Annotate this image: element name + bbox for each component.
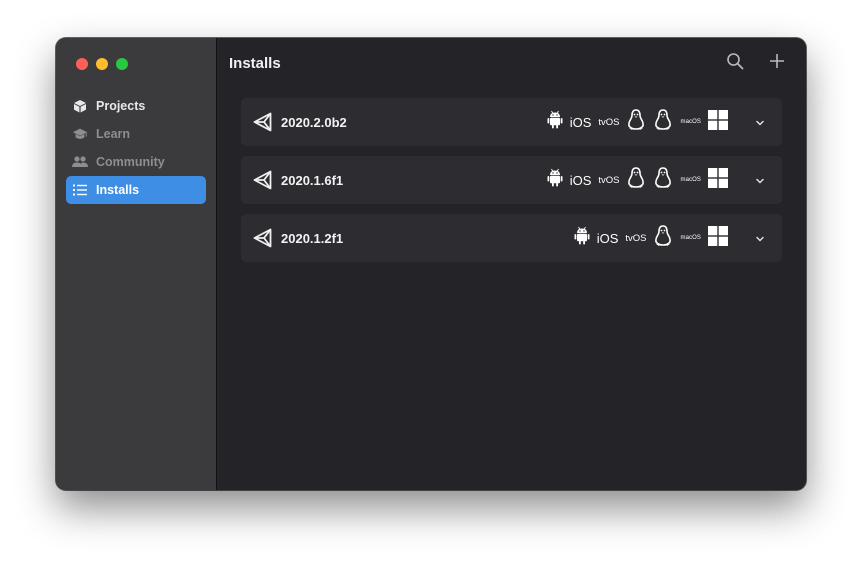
tvos-platform-label: tvOS bbox=[625, 232, 647, 244]
installs-list: 2020.2.0b2 iOS tvOS macOS 2020.1.6f1 iOS… bbox=[241, 98, 782, 272]
app-window: Projects Learn Community Installs Instal… bbox=[56, 38, 806, 490]
list-icon bbox=[72, 182, 88, 198]
linux-icon bbox=[653, 224, 673, 252]
chevron-down-icon[interactable] bbox=[754, 174, 766, 186]
linux-icon bbox=[626, 166, 646, 194]
macos-platform-label: macOS bbox=[680, 177, 701, 183]
unity-logo-icon bbox=[253, 170, 273, 190]
cube-icon bbox=[72, 98, 88, 114]
android-icon bbox=[574, 226, 590, 251]
page-title: Installs bbox=[229, 55, 281, 72]
ios-platform-label: iOS bbox=[569, 172, 592, 188]
sidebar-item-community[interactable]: Community bbox=[66, 148, 206, 176]
linux-icon bbox=[653, 166, 673, 194]
zoom-window-button[interactable] bbox=[116, 58, 128, 70]
android-icon bbox=[547, 168, 563, 193]
graduation-cap-icon bbox=[72, 126, 88, 142]
platform-modules: iOS tvOS macOS bbox=[574, 214, 728, 262]
close-window-button[interactable] bbox=[76, 58, 88, 70]
macos-platform-label: macOS bbox=[680, 235, 701, 241]
minimize-window-button[interactable] bbox=[96, 58, 108, 70]
chevron-down-icon[interactable] bbox=[754, 232, 766, 244]
macos-platform-label: macOS bbox=[680, 119, 701, 125]
tvos-platform-label: tvOS bbox=[598, 174, 620, 186]
add-install-button[interactable] bbox=[766, 52, 788, 74]
install-version: 2020.1.6f1 bbox=[281, 172, 344, 188]
ios-platform-label: iOS bbox=[569, 114, 592, 130]
android-icon bbox=[547, 110, 563, 135]
sidebar: Projects Learn Community Installs bbox=[56, 38, 217, 490]
ios-platform-label: iOS bbox=[596, 230, 619, 246]
install-row[interactable]: 2020.1.6f1 iOS tvOS macOS bbox=[241, 156, 782, 204]
main-pane: Installs 2020.2.0b2 iOS tvOS macOS 2020.… bbox=[217, 38, 806, 490]
unity-logo-icon bbox=[253, 112, 273, 132]
tvos-platform-label: tvOS bbox=[598, 116, 620, 128]
sidebar-item-learn[interactable]: Learn bbox=[66, 120, 206, 148]
windows-icon bbox=[708, 225, 728, 251]
linux-icon bbox=[626, 108, 646, 136]
sidebar-item-label: Learn bbox=[96, 127, 131, 141]
platform-modules: iOS tvOS macOS bbox=[547, 156, 728, 204]
sidebar-nav: Projects Learn Community Installs bbox=[66, 92, 206, 204]
search-button[interactable] bbox=[724, 52, 746, 74]
windows-icon bbox=[708, 167, 728, 193]
sidebar-item-installs[interactable]: Installs bbox=[66, 176, 206, 204]
sidebar-item-label: Projects bbox=[96, 99, 146, 113]
people-icon bbox=[72, 154, 88, 170]
windows-icon bbox=[708, 109, 728, 135]
window-controls bbox=[76, 58, 128, 70]
install-version: 2020.2.0b2 bbox=[281, 114, 347, 130]
plus-icon bbox=[769, 53, 785, 74]
search-icon bbox=[726, 52, 744, 75]
sidebar-item-label: Community bbox=[96, 155, 165, 169]
sidebar-item-label: Installs bbox=[96, 183, 140, 197]
unity-logo-icon bbox=[253, 228, 273, 248]
linux-icon bbox=[653, 108, 673, 136]
install-row[interactable]: 2020.1.2f1 iOS tvOS macOS bbox=[241, 214, 782, 262]
install-row[interactable]: 2020.2.0b2 iOS tvOS macOS bbox=[241, 98, 782, 146]
install-version: 2020.1.2f1 bbox=[281, 230, 344, 246]
platform-modules: iOS tvOS macOS bbox=[547, 98, 728, 146]
chevron-down-icon[interactable] bbox=[754, 116, 766, 128]
sidebar-item-projects[interactable]: Projects bbox=[66, 92, 206, 120]
